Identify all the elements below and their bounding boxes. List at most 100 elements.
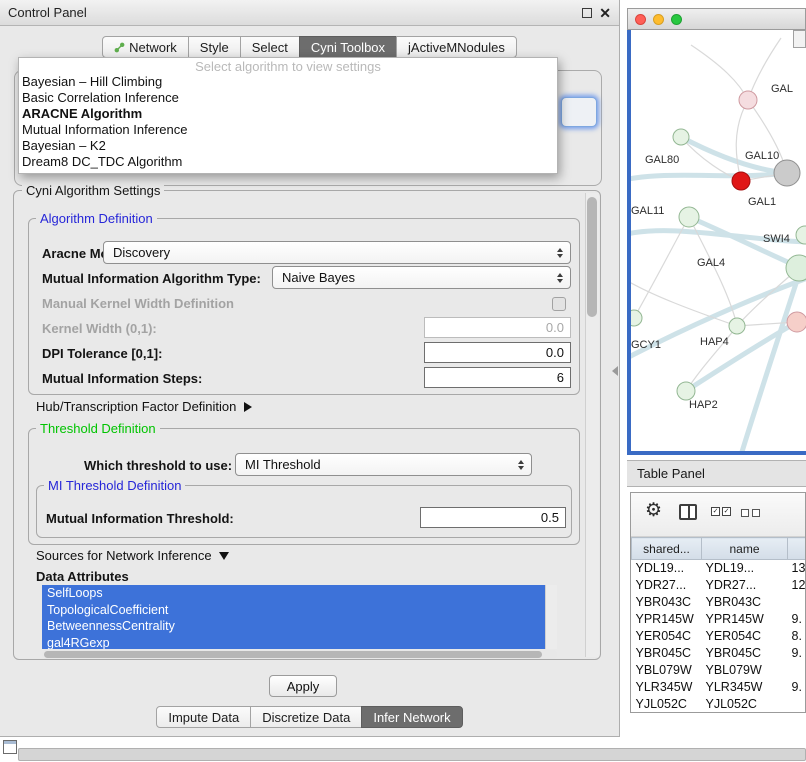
bottom-panel-bar[interactable]	[18, 748, 806, 761]
table-row[interactable]: YJL052CYJL052C	[632, 696, 806, 713]
mi-steps-input[interactable]	[424, 367, 571, 388]
table-row[interactable]: YLR345WYLR345W9.	[632, 679, 806, 696]
tab-style[interactable]: Style	[188, 36, 241, 58]
attribute-item-gal4rgexp[interactable]: gal4RGexp	[42, 635, 545, 650]
table-row[interactable]: YBL079WYBL079W	[632, 662, 806, 679]
network-node[interactable]	[631, 310, 642, 326]
sources-section-toggle[interactable]: Sources for Network Inference	[36, 548, 229, 563]
attribute-item-selfloops[interactable]: SelfLoops	[42, 585, 545, 602]
dropdown-item-mutual-information-inference[interactable]: Mutual Information Inference	[19, 122, 557, 138]
table-cell: YLR345W	[702, 679, 788, 696]
empty-box-icon	[752, 509, 760, 517]
network-node[interactable]	[673, 129, 689, 145]
table-row[interactable]: YER054CYER054C8.	[632, 628, 806, 645]
hub-section-label: Hub/Transcription Factor Definition	[36, 399, 236, 414]
network-node[interactable]	[677, 382, 695, 400]
aracne-mode-select[interactable]: Discovery	[103, 241, 571, 264]
settings-scrollbar-thumb[interactable]	[587, 197, 597, 317]
column-header[interactable]	[788, 538, 806, 560]
table-row[interactable]: YDL19...YDL19...13	[632, 560, 806, 577]
attribute-item-topologicalcoefficient[interactable]: TopologicalCoefficient	[42, 602, 545, 619]
dpi-tolerance-label: DPI Tolerance [0,1]:	[42, 346, 162, 361]
tab-label: Cyni Toolbox	[311, 40, 385, 55]
columns-icon[interactable]	[679, 504, 697, 520]
network-node[interactable]	[774, 160, 800, 186]
collapsed-panel-icon[interactable]	[3, 740, 17, 754]
traffic-light-minimize[interactable]	[653, 14, 664, 25]
attributes-scrollbar-track[interactable]	[545, 585, 557, 649]
network-graph[interactable]: GALGAL80GAL10GAL11GAL1SWI4GAL4GCY1HAP4HA…	[631, 30, 806, 451]
network-node[interactable]	[729, 318, 745, 334]
threshold-definition-title: Threshold Definition	[36, 421, 160, 436]
tab-infer-network[interactable]: Infer Network	[361, 706, 462, 728]
table-cell: YBR043C	[632, 594, 702, 611]
mi-type-value: Naive Bayes	[282, 270, 355, 285]
checked-box-icon: ✓	[722, 507, 731, 516]
apply-button[interactable]: Apply	[269, 675, 337, 697]
which-threshold-select[interactable]: MI Threshold	[235, 453, 532, 476]
dropdown-item-basic-correlation-inference[interactable]: Basic Correlation Inference	[19, 90, 557, 106]
node-label: GCY1	[631, 339, 661, 351]
algorithm-dropdown-list: Select algorithm to view settingsBayesia…	[18, 57, 558, 174]
node-label: GAL80	[645, 154, 679, 166]
deselect-all-icon[interactable]	[741, 509, 760, 517]
focused-spinner[interactable]	[561, 97, 597, 127]
network-node[interactable]	[732, 172, 750, 190]
attribute-item-betweennesscentrality[interactable]: BetweennessCentrality	[42, 618, 545, 635]
table-cell: YPR145W	[632, 611, 702, 628]
tab-label: Style	[200, 40, 229, 55]
manual-kernel-label: Manual Kernel Width Definition	[42, 296, 234, 311]
tab-select[interactable]: Select	[240, 36, 300, 58]
node-table: shared...name YDL19...YDL19...13YDR27...…	[631, 537, 806, 713]
table-row[interactable]: YBR045CYBR045C9.	[632, 645, 806, 662]
hub-section-toggle[interactable]: Hub/Transcription Factor Definition	[36, 399, 252, 414]
table-row[interactable]: YBR043CYBR043C	[632, 594, 806, 611]
data-attributes-list[interactable]: SelfLoopsTopologicalCoefficientBetweenne…	[42, 585, 545, 649]
mi-threshold-input[interactable]	[420, 507, 566, 528]
node-label: HAP2	[689, 399, 718, 411]
window-title: Control Panel	[8, 5, 87, 20]
network-node[interactable]	[679, 207, 699, 227]
mi-type-select[interactable]: Naive Bayes	[272, 266, 571, 289]
tab-label: Select	[252, 40, 288, 55]
which-threshold-value: MI Threshold	[245, 457, 321, 472]
checked-box-icon: ✓	[711, 507, 720, 516]
kernel-width-label: Kernel Width (0,1):	[42, 321, 157, 336]
table-row[interactable]: YPR145WYPR145W9.	[632, 611, 806, 628]
tab-label: Network	[129, 40, 177, 55]
dropdown-item-bayesian-k2[interactable]: Bayesian – K2	[19, 138, 557, 154]
table-cell: YLR345W	[632, 679, 702, 696]
panel-collapse-handle[interactable]	[612, 366, 618, 376]
dropdown-item-dream8-dc-tdc-algorithm[interactable]: Dream8 DC_TDC Algorithm	[19, 154, 557, 170]
chevron-down-icon	[219, 552, 229, 560]
gear-icon[interactable]: ⚙	[645, 499, 662, 522]
scrollbar-stub[interactable]	[793, 30, 806, 48]
traffic-light-close[interactable]	[635, 14, 646, 25]
traffic-light-zoom[interactable]	[671, 14, 682, 25]
dropdown-item-aracne-algorithm[interactable]: ARACNE Algorithm	[19, 106, 557, 122]
close-icon[interactable]: ✕	[599, 4, 611, 22]
network-canvas[interactable]: GALGAL80GAL10GAL11GAL1SWI4GAL4GCY1HAP4HA…	[627, 30, 806, 455]
tab-jactivemnodules[interactable]: jActiveMNodules	[396, 36, 517, 58]
dpi-tolerance-input[interactable]	[424, 342, 571, 363]
column-header[interactable]: name	[702, 538, 788, 560]
tab-network[interactable]: Network	[102, 36, 189, 58]
dropdown-item-bayesian-hill-climbing[interactable]: Bayesian – Hill Climbing	[19, 74, 557, 90]
manual-kernel-checkbox[interactable]	[552, 297, 566, 311]
select-all-icon[interactable]: ✓ ✓	[711, 507, 731, 516]
tab-cyni-toolbox[interactable]: Cyni Toolbox	[299, 36, 397, 58]
float-window-icon[interactable]	[582, 8, 592, 18]
attributes-hscrollbar-thumb[interactable]	[44, 651, 542, 658]
network-node[interactable]	[787, 312, 806, 332]
table-cell: YJL052C	[702, 696, 788, 713]
tab-discretize-data[interactable]: Discretize Data	[250, 706, 362, 728]
combo-arrows-icon	[557, 273, 563, 283]
control-panel-tabs: Network Style Select Cyni Toolbox jActiveMNo…	[0, 36, 619, 58]
table-row[interactable]: YDR27...YDR27...12	[632, 577, 806, 594]
column-header[interactable]: shared...	[632, 538, 702, 560]
table-cell: YPR145W	[702, 611, 788, 628]
data-attributes-label: Data Attributes	[36, 569, 129, 584]
network-node[interactable]	[739, 91, 757, 109]
table-cell: YBR043C	[702, 594, 788, 611]
tab-impute-data[interactable]: Impute Data	[156, 706, 251, 728]
